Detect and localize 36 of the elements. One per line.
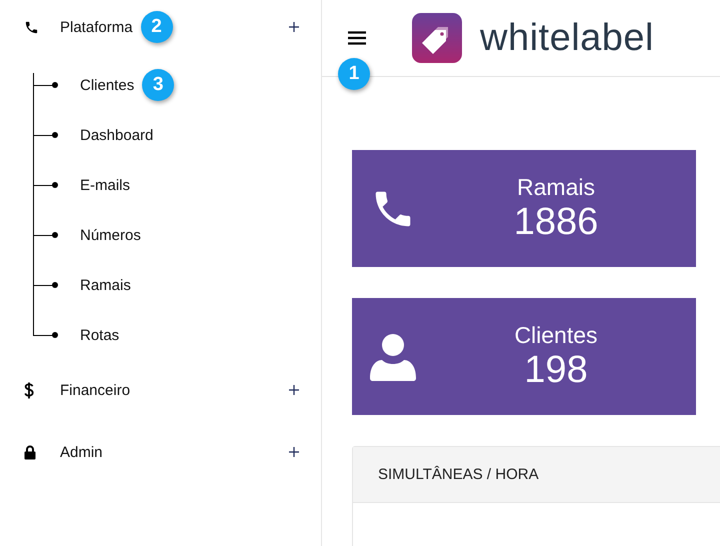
- phone-icon: [24, 20, 39, 34]
- menu-label: Admin: [60, 444, 103, 460]
- step-badge: 3: [142, 69, 174, 101]
- plus-icon: [289, 447, 299, 457]
- submenu-item[interactable]: Dashboard: [80, 126, 154, 144]
- plus-icon: [289, 22, 299, 32]
- menu-label: Plataforma: [60, 18, 133, 36]
- submenu-item[interactable]: Ramais: [80, 276, 131, 294]
- dollar-icon: [24, 382, 34, 398]
- logo-text: whitelabel: [480, 16, 654, 60]
- step-badge: 2: [140, 11, 173, 43]
- tree-node-dot: [52, 282, 58, 288]
- stat-label: Clientes: [514, 322, 598, 348]
- sidebar-item[interactable]: Plataforma 2: [0, 0, 321, 54]
- stat-value: 198: [524, 348, 588, 392]
- submenu-item[interactable]: E-mails: [80, 176, 130, 194]
- step-badge: 1: [338, 58, 370, 90]
- tag-logo-icon: [412, 13, 462, 63]
- submenu-item[interactable]: Clientes: [80, 76, 134, 94]
- tree-node-dot: [52, 232, 58, 238]
- panel-title: SIMULTÂNEAS / HORA: [378, 466, 539, 483]
- tree-node-dot: [52, 132, 58, 138]
- lock-icon: [24, 444, 36, 460]
- submenu-item[interactable]: Rotas: [80, 326, 120, 344]
- sidebar-item[interactable]: Financeiro: [0, 363, 321, 417]
- menu-label: Financeiro: [60, 382, 130, 398]
- sidebar-item[interactable]: Admin: [0, 425, 321, 479]
- stat-label: Ramais: [517, 174, 595, 200]
- plus-icon: [289, 385, 299, 395]
- stat-value: 1886: [514, 200, 598, 244]
- tree-node-dot: [52, 332, 58, 338]
- user-icon: [370, 332, 416, 382]
- submenu-item[interactable]: Números: [80, 226, 141, 244]
- menu-icon[interactable]: [348, 31, 366, 45]
- tree-node-dot: [52, 182, 58, 188]
- tree-node-dot: [52, 82, 58, 88]
